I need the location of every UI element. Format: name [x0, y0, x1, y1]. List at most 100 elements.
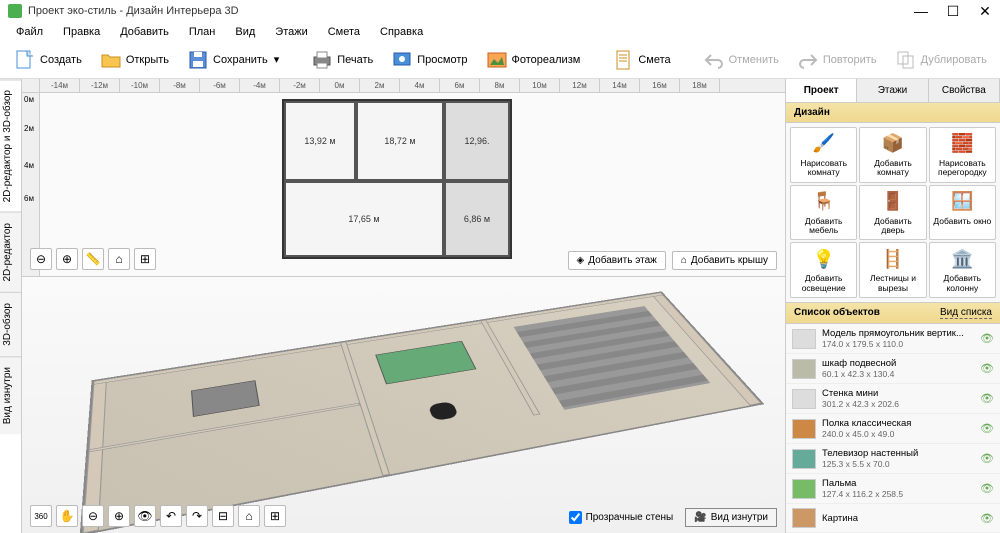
list-item[interactable]: Стенка мини301.2 x 42.3 x 202.6👁: [786, 384, 1000, 414]
tab-properties[interactable]: Свойства: [929, 79, 1000, 102]
fit-3d-button[interactable]: ⊞: [264, 505, 286, 527]
room-3: 12,96.: [444, 101, 510, 181]
vtab-2d[interactable]: 2D-редактор: [0, 212, 21, 292]
bulb-icon: 💡: [812, 247, 836, 271]
vtab-3d[interactable]: 3D-обзор: [0, 292, 21, 356]
ruler-button[interactable]: 📏: [82, 248, 104, 270]
add-furniture-button[interactable]: 🪑Добавить мебель: [790, 185, 857, 241]
menu-view[interactable]: Вид: [227, 24, 263, 40]
obj-thumb: [792, 479, 816, 499]
photoreal-button[interactable]: Фотореализм: [480, 45, 587, 75]
redo-button[interactable]: Повторить: [791, 45, 883, 75]
floorplan[interactable]: 13,92 м 18,72 м 12,96. 17,65 м 6,86 м: [282, 99, 512, 259]
transparent-walls-checkbox[interactable]: Прозрачные стены: [569, 511, 674, 524]
titlebar: Проект эко-стиль - Дизайн Интерьера 3D —…: [0, 0, 1000, 23]
list-item[interactable]: Телевизор настенный125.3 x 5.5 x 70.0👁: [786, 444, 1000, 474]
minimize-button[interactable]: —: [914, 4, 928, 18]
camera-icon: 🎥: [694, 512, 706, 523]
3d-view[interactable]: 360 ✋ ⊖ ⊕ 👁 ↶ ↷ ⊟ ⌂ ⊞ Прозрачные стены 🎥…: [22, 277, 785, 533]
toolbar: Создать Открыть Сохранить▾ Печать Просмо…: [0, 41, 1000, 79]
zoom-in-button[interactable]: ⊕: [56, 248, 78, 270]
add-window-button[interactable]: 🪟Добавить окно: [929, 185, 996, 241]
zoom-out-button[interactable]: ⊖: [30, 248, 52, 270]
print-button[interactable]: Печать: [305, 45, 379, 75]
pan-button[interactable]: ✋: [56, 505, 78, 527]
fit-button[interactable]: ⊞: [134, 248, 156, 270]
home-3d-button[interactable]: ⌂: [238, 505, 260, 527]
open-button[interactable]: Открыть: [94, 45, 175, 75]
draw-partition-button[interactable]: 🧱Нарисовать перегородку: [929, 127, 996, 183]
app-icon: [8, 4, 22, 18]
photoreal-icon: [486, 49, 508, 71]
3d-render: [80, 291, 765, 533]
layers-icon: ◈: [577, 255, 585, 266]
menu-edit[interactable]: Правка: [55, 24, 108, 40]
door-icon: 🚪: [881, 190, 905, 214]
stairs-icon: 🪜: [881, 247, 905, 271]
list-item[interactable]: Модель прямоугольник вертик...174.0 x 17…: [786, 324, 1000, 354]
grid-preset-button[interactable]: ⊟: [212, 505, 234, 527]
eye-icon[interactable]: 👁: [980, 422, 994, 435]
add-room-button[interactable]: 📦Добавить комнату: [859, 127, 926, 183]
home-button[interactable]: ⌂: [108, 248, 130, 270]
undo-button[interactable]: Отменить: [697, 45, 785, 75]
obj-thumb: [792, 449, 816, 469]
ruler-horizontal: -14м-12м-10м-8м-6м-4м-2м0м2м4м6м8м10м12м…: [22, 79, 785, 93]
menu-file[interactable]: Файл: [8, 24, 51, 40]
eye-icon[interactable]: 👁: [980, 452, 994, 465]
menu-plan[interactable]: План: [181, 24, 224, 40]
vtab-inside[interactable]: Вид изнутри: [0, 356, 21, 434]
vtab-2d3d[interactable]: 2D-редактор и 3D-обзор: [0, 79, 21, 212]
2d-editor-view[interactable]: -14м-12м-10м-8м-6м-4м-2м0м2м4м6м8м10м12м…: [22, 79, 785, 277]
duplicate-icon: [895, 49, 917, 71]
save-button[interactable]: Сохранить▾: [181, 45, 285, 75]
menu-add[interactable]: Добавить: [112, 24, 177, 40]
menu-floors[interactable]: Этажи: [267, 24, 315, 40]
vertical-tabs: 2D-редактор и 3D-обзор 2D-редактор 3D-об…: [0, 79, 22, 533]
room-5: 6,86 м: [444, 181, 510, 257]
close-button[interactable]: ✕: [978, 4, 992, 18]
rotate-ccw-button[interactable]: ↶: [160, 505, 182, 527]
eye-icon[interactable]: 👁: [980, 512, 994, 525]
add-lighting-button[interactable]: 💡Добавить освещение: [790, 242, 857, 298]
duplicate-button[interactable]: Дублировать: [889, 45, 993, 75]
add-floor-button[interactable]: ◈Добавить этаж: [568, 251, 666, 270]
undo-icon: [703, 49, 725, 71]
estimate-button[interactable]: Смета: [606, 45, 676, 75]
maximize-button[interactable]: ☐: [946, 4, 960, 18]
look-button[interactable]: 👁: [134, 505, 156, 527]
list-item[interactable]: Пальма127.4 x 116.2 x 258.5👁: [786, 474, 1000, 504]
list-view-link[interactable]: Вид списка: [940, 307, 992, 319]
brush-icon: 🖌️: [812, 132, 836, 156]
list-item[interactable]: Полка классическая240.0 x 45.0 x 49.0👁: [786, 414, 1000, 444]
list-item[interactable]: шкаф подвесной60.1 x 42.3 x 130.4👁: [786, 354, 1000, 384]
add-column-button[interactable]: 🏛️Добавить колонну: [929, 242, 996, 298]
preview-button[interactable]: Просмотр: [385, 45, 473, 75]
create-button[interactable]: Создать: [8, 45, 88, 75]
rotate-cw-button[interactable]: ↷: [186, 505, 208, 527]
list-item[interactable]: Картина👁: [786, 504, 1000, 533]
roof-icon: ⌂: [681, 255, 687, 266]
eye-icon[interactable]: 👁: [980, 332, 994, 345]
zoom-out-3d-button[interactable]: ⊖: [82, 505, 104, 527]
menu-estimate[interactable]: Смета: [320, 24, 368, 40]
tab-floors[interactable]: Этажи: [857, 79, 928, 102]
eye-icon[interactable]: 👁: [980, 482, 994, 495]
inside-view-button[interactable]: 🎥Вид изнутри: [685, 508, 777, 527]
open-folder-icon: [100, 49, 122, 71]
orbit-360-button[interactable]: 360: [30, 505, 52, 527]
zoom-in-3d-button[interactable]: ⊕: [108, 505, 130, 527]
estimate-icon: [612, 49, 634, 71]
eye-icon[interactable]: 👁: [980, 392, 994, 405]
stairs-cutouts-button[interactable]: 🪜Лестницы и вырезы: [859, 242, 926, 298]
eye-icon[interactable]: 👁: [980, 362, 994, 375]
add-door-button[interactable]: 🚪Добавить дверь: [859, 185, 926, 241]
obj-thumb: [792, 329, 816, 349]
obj-thumb: [792, 508, 816, 528]
room-2: 18,72 м: [356, 101, 444, 181]
draw-room-button[interactable]: 🖌️Нарисовать комнату: [790, 127, 857, 183]
add-roof-button[interactable]: ⌂Добавить крышу: [672, 251, 777, 270]
window-title: Проект эко-стиль - Дизайн Интерьера 3D: [28, 5, 239, 17]
menu-help[interactable]: Справка: [372, 24, 431, 40]
tab-project[interactable]: Проект: [786, 79, 857, 102]
